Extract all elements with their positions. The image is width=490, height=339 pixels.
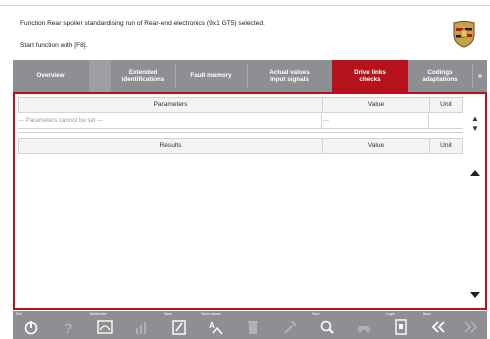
power-icon: [24, 321, 38, 335]
param-scroll-down-button[interactable]: ▼: [468, 123, 482, 133]
tools-button: [272, 311, 309, 339]
vehicle-button: [346, 311, 383, 339]
unit-column-header: Unit: [440, 142, 452, 149]
exit-button[interactable]: Exit: [13, 311, 50, 339]
car-icon: [357, 326, 371, 333]
forward-icon: [464, 321, 478, 333]
login-icon: [395, 319, 407, 335]
value-column-header: Value: [367, 101, 385, 108]
tab-drive-links-checks[interactable]: Drive links checks: [332, 60, 408, 92]
tab-extended-identifications[interactable]: Extended identifications: [112, 60, 174, 92]
chart-button: [124, 311, 161, 339]
help-button: ?: [50, 311, 87, 339]
results-list: [18, 154, 463, 302]
tab-fault-memory[interactable]: Fault memory: [176, 60, 246, 92]
parameters-column-header: Parameters: [153, 101, 188, 108]
unit-column-header: Unit: [440, 101, 452, 108]
parameter-value: ---: [323, 117, 330, 124]
wrench-icon: [284, 321, 296, 334]
tab-blank: [89, 60, 111, 92]
bottom-toolbar: Exit ? Multimeter Save Save values A Sta…: [13, 311, 487, 339]
start-icon: [320, 320, 334, 334]
tab-overview[interactable]: Overview: [13, 60, 88, 92]
svg-text:?: ?: [64, 320, 73, 335]
login-button[interactable]: Login: [383, 311, 420, 339]
delete-button: [235, 311, 272, 339]
save-values-icon: A: [209, 321, 223, 335]
save-button[interactable]: Save: [161, 311, 198, 339]
start-button[interactable]: Start: [309, 311, 346, 339]
section-divider: [18, 132, 463, 133]
save-icon: [172, 320, 186, 335]
parameters-header-row: Parameters Value Unit: [18, 97, 463, 113]
back-icon: [431, 321, 445, 333]
results-column-header: Results: [159, 142, 182, 149]
parameter-name: --- Parameters cannot be set ---: [18, 117, 104, 124]
forward-button: [457, 311, 487, 339]
multimeter-icon: [97, 320, 113, 334]
multimeter-button[interactable]: Multimeter: [87, 311, 124, 339]
save-values-button[interactable]: Save values A: [198, 311, 235, 339]
status-message: Function Rear spoiler standardising run …: [20, 20, 265, 27]
scroll-down-arrow-icon[interactable]: [470, 292, 480, 298]
param-scroll-up-button[interactable]: ▲: [468, 113, 482, 123]
trash-icon: [248, 321, 258, 334]
tab-bar: Overview Extended identifications Fault …: [13, 60, 487, 92]
back-button[interactable]: Back: [420, 311, 457, 339]
tab-actual-values[interactable]: Actual values input signals: [248, 60, 331, 92]
bar-chart-icon: [136, 322, 146, 334]
help-icon: ?: [64, 320, 73, 335]
porsche-crest-logo: [453, 21, 475, 48]
scroll-up-arrow-icon[interactable]: [470, 170, 480, 176]
parameter-row: --- Parameters cannot be set --- ---: [18, 114, 463, 129]
content-frame: Parameters Value Unit --- Parameters can…: [13, 92, 487, 310]
results-scrollbar[interactable]: [466, 154, 483, 304]
value-column-header: Value: [367, 142, 385, 149]
top-divider: [0, 5, 490, 6]
results-header-row: Results Value Unit: [18, 138, 463, 154]
tab-codings-adaptations[interactable]: Codings adaptations: [409, 60, 471, 92]
svg-text:A: A: [209, 321, 215, 330]
instruction-message: Start function with [F8].: [20, 42, 88, 49]
tab-more-chevron-icon[interactable]: »: [473, 60, 487, 92]
